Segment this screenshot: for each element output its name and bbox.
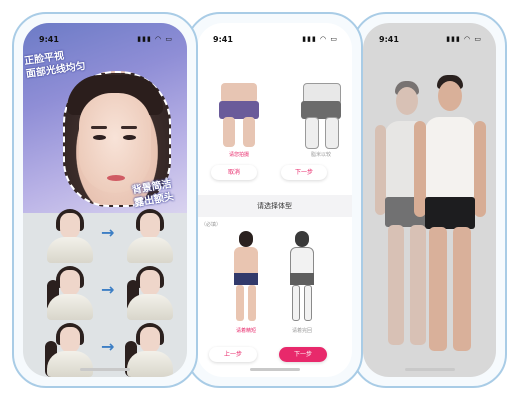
phone-mockup-body-type: 9:41 ▮▮▮ ◠ ▭ 请您拍摄 脂米以较 取消 下一步 请选择体型 （必填） [186, 12, 363, 388]
status-icons: ▮▮▮ ◠ ▭ [137, 35, 173, 43]
avatar-after [123, 209, 177, 263]
figure-leg [325, 117, 339, 149]
left-brow [91, 126, 107, 129]
model-head [438, 81, 462, 111]
body-model-screen: 9:41 ▮▮▮ ◠ ▭ [363, 23, 496, 377]
avatar-head [140, 270, 160, 296]
figure-torso [290, 247, 314, 275]
figure-leg [304, 285, 312, 321]
model-tank-top [425, 117, 475, 199]
avatar-head [60, 270, 80, 296]
avatar-before [43, 209, 97, 263]
right-brow [121, 126, 137, 129]
example-row-2: → [23, 266, 187, 324]
face-guide-screen: 9:41 ▮▮▮ ◠ ▭ 正脸平视 面部光线均匀 背景简洁 露出额头 → → → [23, 23, 187, 377]
body-type-option-average[interactable] [285, 231, 319, 323]
status-time: 9:41 [213, 35, 233, 44]
figure-head [239, 231, 253, 247]
avatar-head [140, 327, 160, 353]
home-indicator [404, 368, 455, 371]
avatar-head [60, 213, 80, 239]
caption-fit-shorts: 请您拍摄 [228, 152, 249, 158]
required-hint: （必填） [201, 222, 222, 228]
avatar-body [47, 237, 93, 263]
figure-leg [243, 117, 255, 147]
avatar-body [47, 351, 93, 377]
figure-loose-shorts[interactable] [297, 83, 345, 149]
avatar-after [123, 266, 177, 320]
avatar-head [140, 213, 160, 239]
figure-leg [223, 117, 235, 147]
arrow-right-icon: → [101, 223, 115, 242]
figure-fit-shorts[interactable] [215, 83, 263, 147]
body-type-option-slim[interactable] [229, 231, 263, 323]
prev-step-button[interactable]: 上一步 [209, 347, 257, 362]
figure-leg [305, 117, 319, 149]
avatar-body [127, 237, 173, 263]
model-leg [453, 227, 471, 351]
cancel-button[interactable]: 取消 [211, 165, 257, 180]
figure-leg [292, 285, 300, 321]
lips [107, 175, 125, 181]
status-icons: ▮▮▮ ◠ ▭ [302, 35, 338, 43]
model-arm [474, 121, 486, 217]
home-indicator [80, 368, 130, 371]
body-model[interactable] [411, 75, 491, 355]
figure-head [295, 231, 309, 247]
caption-body-slim: 请着精短 [235, 328, 256, 334]
status-icons: ▮▮▮ ◠ ▭ [446, 35, 482, 43]
figure-shorts [234, 273, 258, 285]
avatar-after [123, 323, 177, 377]
status-time: 9:41 [39, 35, 59, 44]
arrow-right-icon: → [101, 337, 115, 356]
avatar-head [60, 327, 80, 353]
figure-leg [248, 285, 256, 321]
avatar-body [127, 294, 173, 320]
body-type-screen: 9:41 ▮▮▮ ◠ ▭ 请您拍摄 脂米以较 取消 下一步 请选择体型 （必填） [197, 23, 352, 377]
figure-leg [236, 285, 244, 321]
phone-mockup-body-model: 9:41 ▮▮▮ ◠ ▭ [352, 12, 507, 388]
figure-torso [234, 247, 258, 275]
avatar-body [47, 294, 93, 320]
left-eye [93, 135, 106, 140]
figure-shorts [290, 273, 314, 285]
section-title-body-type: 请选择体型 [197, 195, 352, 217]
next-step-top-button[interactable]: 下一步 [281, 165, 327, 180]
model-leg [388, 225, 404, 345]
status-time: 9:41 [379, 35, 399, 44]
right-eye [123, 135, 136, 140]
model-leg [429, 227, 447, 351]
arrow-right-icon: → [101, 280, 115, 299]
example-row-1: → [23, 209, 187, 267]
avatar-body [127, 351, 173, 377]
phone-mockup-face-guide: 9:41 ▮▮▮ ◠ ▭ 正脸平视 面部光线均匀 背景简洁 露出额头 → → → [12, 12, 198, 388]
figure-torso [221, 83, 257, 103]
home-indicator [249, 368, 300, 371]
model-shorts [425, 197, 475, 229]
caption-body-average: 请着完回 [291, 328, 312, 334]
next-step-button[interactable]: 下一步 [279, 347, 327, 362]
avatar-before [43, 266, 97, 320]
caption-loose-shorts: 脂米以较 [310, 152, 331, 158]
